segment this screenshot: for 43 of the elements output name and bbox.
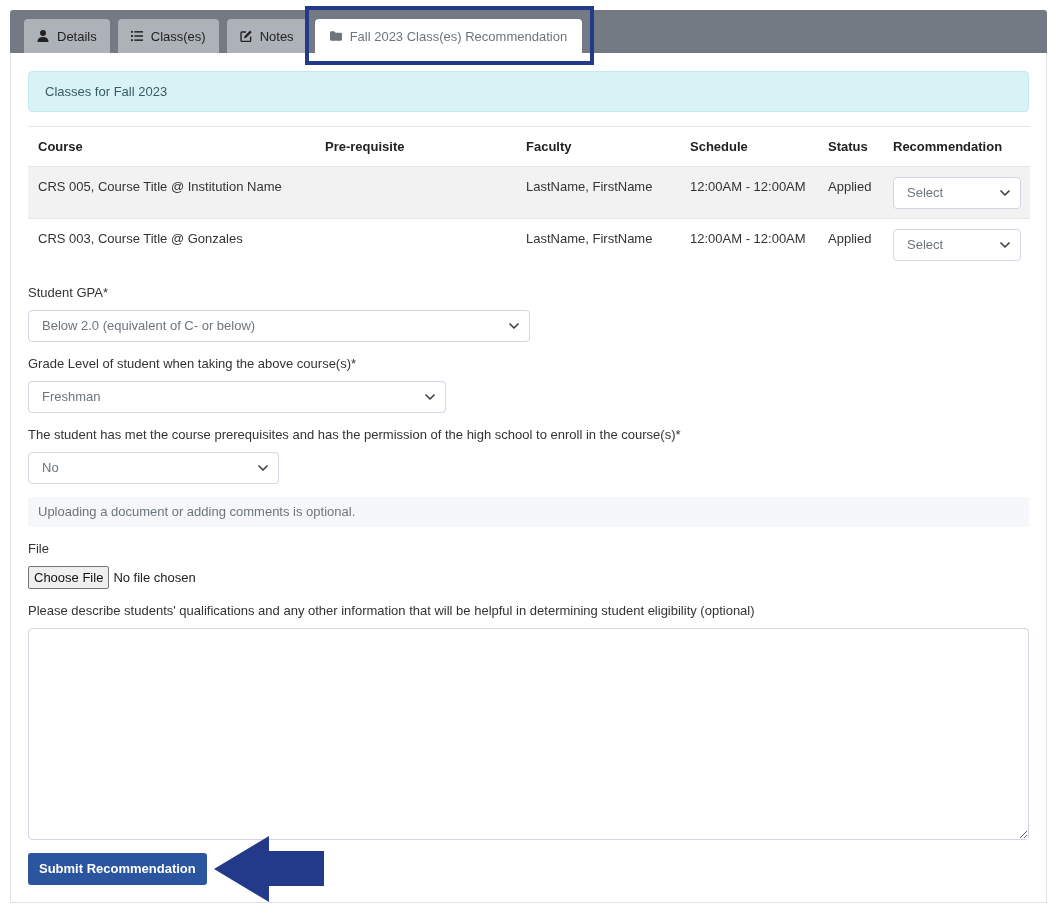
tab[interactable]: Details: [24, 19, 110, 53]
tab[interactable]: Notes: [226, 19, 307, 53]
column-header: Pre-requisite: [315, 126, 516, 167]
chevron-down-icon: [425, 393, 435, 400]
field-label: File: [28, 539, 49, 558]
table-cell: Applied: [818, 166, 883, 219]
choose-file-button[interactable]: Choose File: [28, 565, 110, 589]
dropdown[interactable]: Freshman: [28, 380, 446, 413]
table-cell: LastName, FirstName: [516, 218, 680, 271]
column-header: Recommendation: [883, 126, 1030, 167]
chevron-down-icon: [258, 464, 268, 471]
field-label: Grade Level of student when taking the above course(s)*: [28, 354, 357, 373]
field-label: The student has met the course prerequisites and has the permission of the high school to enroll in the course(s)*: [28, 425, 681, 444]
table-cell: CRS 005, Course Title @ Institution Name: [28, 166, 315, 219]
dropdown[interactable]: No: [28, 451, 279, 484]
table-cell: 12:00AM - 12:00AM: [680, 218, 818, 271]
column-header: Status: [818, 126, 883, 167]
column-header: Faculty: [516, 126, 680, 167]
column-header: Schedule: [680, 126, 818, 167]
file-status: No file chosen: [113, 569, 196, 585]
table-cell: Applied: [818, 218, 883, 271]
recommendation-dropdown[interactable]: Select: [893, 229, 1021, 261]
field-label: Please describe students' qualifications and any other information that will be helpful in determining student eligibility (optional): [28, 601, 755, 620]
chevron-down-icon: [1000, 190, 1010, 196]
folder-icon: [329, 30, 342, 42]
table-cell: 12:00AM - 12:00AM: [680, 166, 818, 219]
tab[interactable]: Class(es): [117, 19, 219, 53]
user-icon: [37, 30, 49, 42]
tab[interactable]: Fall 2023 Class(es) Recommendation: [314, 19, 583, 53]
table-cell: LastName, FirstName: [516, 166, 680, 219]
field-label: Student GPA*: [28, 283, 108, 302]
edit-icon: [239, 30, 252, 42]
info-alert: Classes for Fall 2023: [28, 71, 1029, 112]
list-icon: [130, 30, 143, 42]
submit-button[interactable]: Submit Recommendation: [28, 852, 207, 885]
recommendation-dropdown[interactable]: Select: [893, 177, 1021, 209]
description-textarea[interactable]: [28, 627, 1029, 840]
chevron-down-icon: [509, 322, 519, 329]
info-note: Uploading a document or adding comments is optional.: [28, 496, 1029, 527]
chevron-down-icon: [1000, 242, 1010, 248]
dropdown[interactable]: Below 2.0 (equivalent of C- or below): [28, 309, 530, 342]
table-cell: CRS 003, Course Title @ Gonzales: [28, 218, 315, 271]
column-header: Course: [28, 126, 315, 167]
